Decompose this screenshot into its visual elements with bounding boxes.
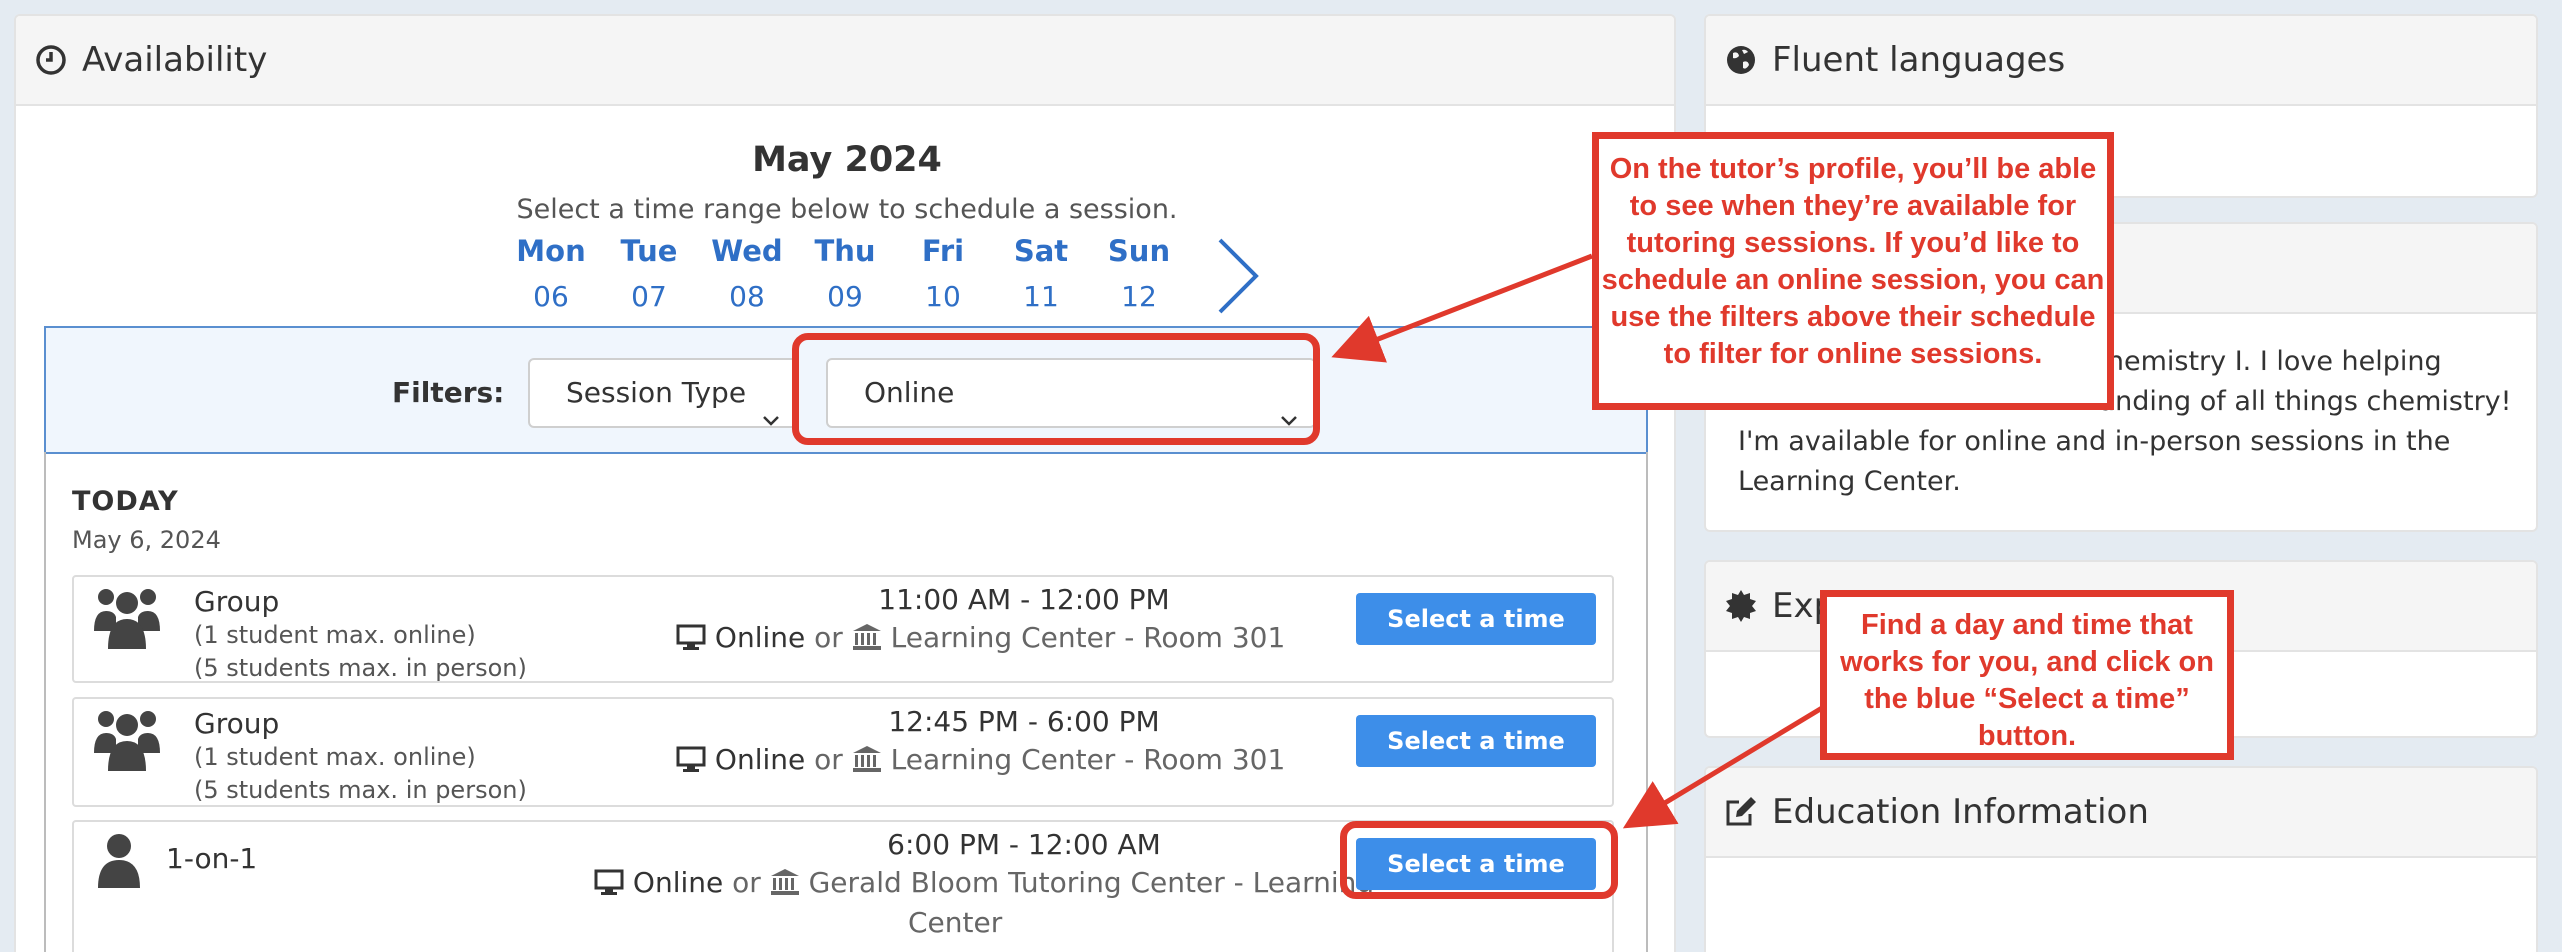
session-time: 12:45 PM - 6:00 PM: [888, 705, 1160, 738]
users-icon: [92, 707, 162, 777]
availability-header: Availability: [16, 16, 1674, 106]
clock-icon: [34, 43, 68, 77]
education-panel: Education Information: [1704, 766, 2538, 952]
session-row: Group (1 student max. online) (5 student…: [72, 575, 1614, 683]
day-sun[interactable]: Sun 12: [1084, 234, 1194, 313]
select-time-annotation: Find a day and time that works for you, …: [1820, 590, 2234, 760]
monitor-icon: [594, 868, 624, 903]
today-label: TODAY: [72, 486, 179, 517]
session-type-select[interactable]: Session Type: [528, 358, 798, 428]
session-location-continued: Center: [908, 906, 1003, 939]
session-capacity-in-person: (5 students max. in person): [194, 654, 527, 682]
monitor-icon: [676, 623, 706, 658]
education-header: Education Information: [1706, 768, 2536, 858]
badge-icon: [1724, 589, 1758, 623]
globe-icon: [1724, 43, 1758, 77]
month-title: May 2024: [752, 140, 942, 180]
day-sat[interactable]: Sat 11: [986, 234, 1096, 313]
filters-annotation: On the tutor’s profile, you’ll be able t…: [1592, 132, 2114, 410]
fluent-languages-header: Fluent languages: [1706, 16, 2536, 106]
institution-icon: [852, 623, 882, 658]
select-time-button[interactable]: Select a time: [1356, 593, 1596, 645]
session-capacity-online: (1 student max. online): [194, 743, 476, 771]
session-type: Group: [194, 707, 280, 740]
session-time: 6:00 PM - 12:00 AM: [887, 828, 1161, 861]
users-icon: [92, 585, 162, 655]
session-location: Online or Learning Center - Room 301: [676, 743, 1285, 780]
select-button-highlight: [1340, 821, 1618, 899]
availability-panel: Availability May 2024 Select a time rang…: [14, 14, 1676, 952]
day-tue[interactable]: Tue 07: [594, 234, 704, 313]
monitor-icon: [676, 745, 706, 780]
session-location: Online or Learning Center - Room 301: [676, 621, 1285, 658]
availability-title: Availability: [82, 40, 268, 80]
chevron-right-icon[interactable]: [1212, 236, 1262, 316]
day-fri[interactable]: Fri 10: [888, 234, 998, 313]
day-thu[interactable]: Thu 09: [790, 234, 900, 313]
edit-icon: [1724, 795, 1758, 829]
day-wed[interactable]: Wed 08: [692, 234, 802, 313]
session-capacity-in-person: (5 students max. in person): [194, 776, 527, 804]
institution-icon: [770, 868, 800, 903]
session-type: Group: [194, 585, 280, 618]
filters-label: Filters:: [392, 376, 505, 409]
schedule-subtitle: Select a time range below to schedule a …: [516, 194, 1178, 225]
session-location: Online or Gerald Bloom Tutoring Center -…: [594, 866, 1374, 903]
fluent-languages-title: Fluent languages: [1772, 40, 2066, 80]
user-icon: [96, 832, 142, 892]
select-time-button[interactable]: Select a time: [1356, 715, 1596, 767]
education-title: Education Information: [1772, 792, 2149, 832]
day-mon[interactable]: Mon 06: [496, 234, 606, 313]
today-date: May 6, 2024: [72, 526, 221, 554]
session-row: Group (1 student max. online) (5 student…: [72, 697, 1614, 807]
institution-icon: [852, 745, 882, 780]
session-time: 11:00 AM - 12:00 PM: [878, 583, 1170, 616]
filter-highlight: [792, 333, 1320, 445]
chevron-down-icon: [762, 386, 780, 426]
session-type: 1-on-1: [166, 842, 258, 875]
session-capacity-online: (1 student max. online): [194, 621, 476, 649]
